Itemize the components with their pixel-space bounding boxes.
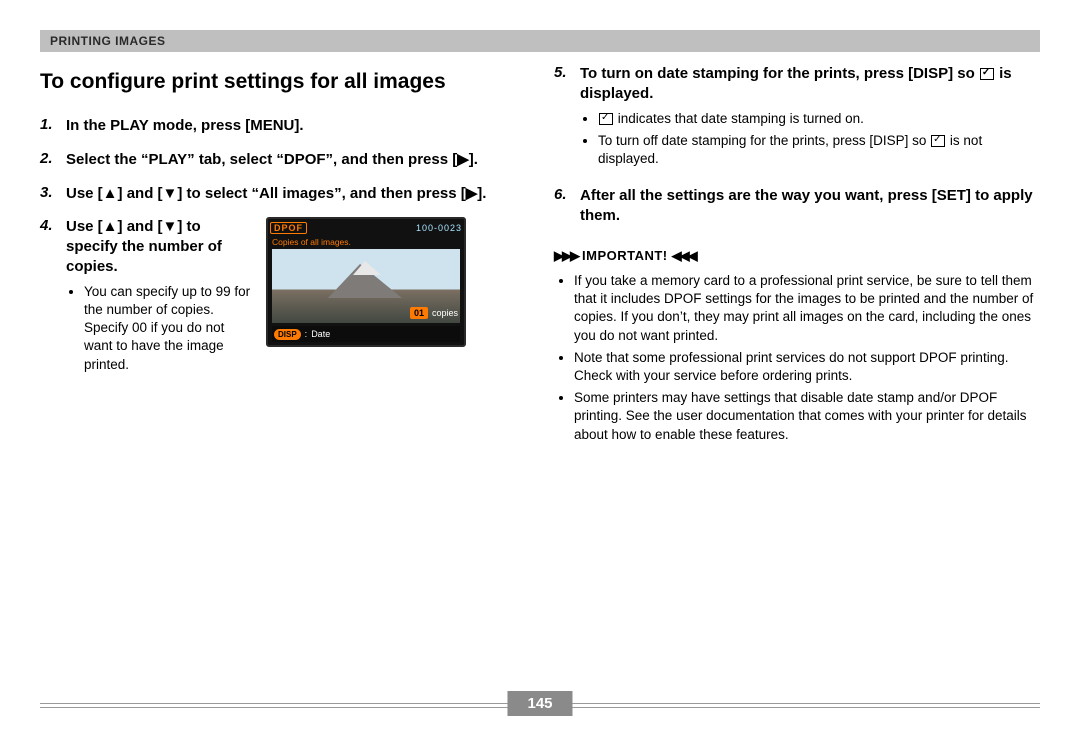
step-text: Select the “PLAY” tab, select “DPOF”, an…	[66, 150, 526, 170]
chevron-right-icon: ▶▶▶	[554, 248, 578, 264]
datestamp-on-icon	[599, 113, 613, 125]
lcd-copies-label: copies	[432, 308, 458, 318]
two-column-layout: To configure print settings for all imag…	[40, 64, 1040, 448]
important-item: If you take a memory card to a professio…	[574, 272, 1040, 345]
datestamp-on-icon	[980, 68, 994, 80]
lcd-disp-button: DISP	[274, 329, 301, 340]
datestamp-on-icon	[931, 135, 945, 147]
section-header-text: PRINTING IMAGES	[50, 34, 166, 48]
chevron-left-icon: ◀◀◀	[672, 248, 696, 264]
step-3: 3. Use [▲] and [▼] to select “All images…	[40, 184, 526, 204]
section-header-bar: PRINTING IMAGES	[40, 30, 1040, 52]
step-5: 5. To turn on date stamping for the prin…	[554, 64, 1040, 172]
camera-lcd-preview: DPOF 100-0023 Copies of all images. 01 c…	[266, 217, 466, 347]
left-column: To configure print settings for all imag…	[40, 64, 526, 448]
lcd-dpof-badge: DPOF	[270, 222, 307, 234]
step-4-bullet: You can specify up to 99 for the number …	[84, 283, 252, 374]
step-number: 2.	[40, 150, 66, 167]
step-number: 5.	[554, 64, 580, 81]
step-text: After all the settings are the way you w…	[580, 186, 1040, 226]
lcd-frame-counter: 100-0023	[416, 223, 462, 233]
lcd-subtitle: Copies of all images.	[272, 237, 351, 247]
lcd-copies-number: 01	[410, 307, 428, 319]
step-5-bullets: indicates that date stamping is turned o…	[580, 110, 1040, 169]
step-text: In the PLAY mode, press [MENU].	[66, 116, 526, 136]
step5b-pre: To turn off date stamping for the prints…	[598, 133, 930, 148]
step-number: 3.	[40, 184, 66, 201]
important-item: Some printers may have settings that dis…	[574, 389, 1040, 444]
page-footer: 145	[40, 703, 1040, 708]
step-text: Use [▲] and [▼] to select “All images”, …	[66, 184, 526, 204]
lcd-date-label: Date	[311, 329, 330, 339]
step-number: 4.	[40, 217, 66, 234]
step-6: 6. After all the settings are the way yo…	[554, 186, 1040, 226]
step-text: To turn on date stamping for the prints,…	[580, 64, 1040, 104]
step-number: 1.	[40, 116, 66, 133]
step-text: Use [▲] and [▼] to specify the number of…	[66, 217, 252, 276]
step-4: 4. Use [▲] and [▼] to specify the number…	[40, 217, 526, 377]
step5-pre: To turn on date stamping for the prints,…	[580, 65, 979, 82]
important-heading: ▶▶▶ IMPORTANT! ◀◀◀	[554, 248, 1040, 264]
step-5-bullet-b: To turn off date stamping for the prints…	[598, 132, 1040, 168]
step-2: 2. Select the “PLAY” tab, select “DPOF”,…	[40, 150, 526, 170]
step5a-post: indicates that date stamping is turned o…	[614, 111, 864, 126]
page-title: To configure print settings for all imag…	[40, 70, 526, 94]
step-5-bullet-a: indicates that date stamping is turned o…	[598, 110, 1040, 128]
important-item: Note that some professional print servic…	[574, 349, 1040, 385]
manual-page: PRINTING IMAGES To configure print setti…	[0, 0, 1080, 730]
step-1: 1. In the PLAY mode, press [MENU].	[40, 116, 526, 136]
step-number: 6.	[554, 186, 580, 203]
lcd-colon: :	[305, 329, 308, 339]
mountain-snowcap	[353, 261, 381, 275]
right-column: 5. To turn on date stamping for the prin…	[554, 64, 1040, 448]
important-list: If you take a memory card to a professio…	[554, 272, 1040, 444]
important-label: IMPORTANT!	[582, 248, 668, 263]
page-number-badge: 145	[507, 691, 572, 716]
step-4-bullets: You can specify up to 99 for the number …	[66, 283, 252, 374]
